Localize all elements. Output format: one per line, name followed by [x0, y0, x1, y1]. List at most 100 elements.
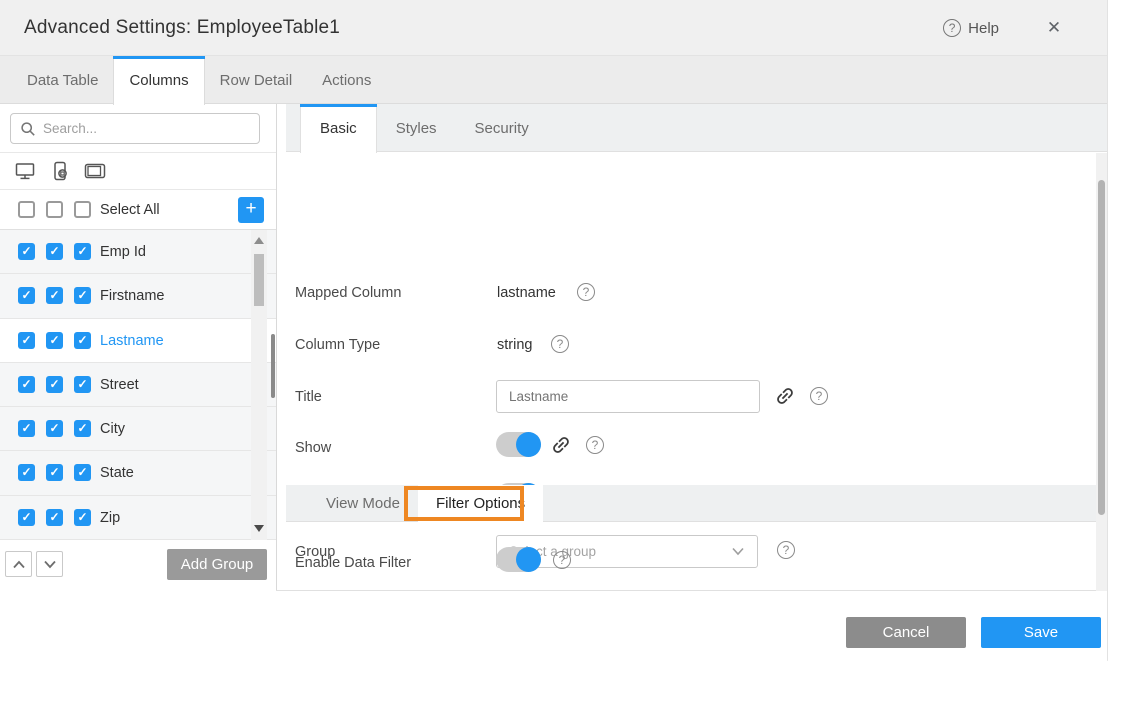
desktop-icon[interactable] [14, 161, 36, 181]
settings-tabbar: Basic Styles Security [286, 104, 1107, 152]
list-item-city[interactable]: City [0, 407, 276, 451]
mapped-column-label: Mapped Column [295, 285, 401, 301]
mapped-column-value: lastname [497, 285, 556, 301]
enable-data-filter-help-icon[interactable] [553, 551, 571, 569]
column-label: City [100, 421, 125, 437]
checkbox-desktop[interactable] [18, 243, 35, 260]
list-item-emp-id[interactable]: Emp Id [0, 230, 276, 274]
search-box[interactable] [10, 113, 260, 144]
checkbox-desktop[interactable] [18, 420, 35, 437]
checkbox-desktop[interactable] [18, 509, 35, 526]
dialog-title: Advanced Settings: EmployeeTable1 [24, 17, 340, 39]
dialog-footer: Cancel Save [0, 591, 1107, 661]
select-all-row: Select All + [0, 190, 276, 230]
checkbox-mobile[interactable] [46, 464, 63, 481]
select-all-checkbox-desktop[interactable] [18, 201, 35, 218]
add-column-button[interactable]: + [238, 197, 264, 223]
toggle-knob [516, 547, 541, 572]
tab-filter-options[interactable]: Filter Options [418, 485, 543, 522]
checkbox-tablet[interactable] [74, 464, 91, 481]
move-up-button[interactable] [5, 551, 32, 577]
column-type-help-icon[interactable] [551, 335, 569, 353]
checkbox-mobile[interactable] [46, 332, 63, 349]
filter-section-tabbar: View Mode Filter Options [286, 485, 1107, 522]
help-button[interactable]: Help [943, 19, 999, 37]
group-select-placeholder: Select a group [509, 544, 731, 559]
add-group-button[interactable]: Add Group [167, 549, 267, 580]
column-settings-panel: Basic Styles Security Mapped Column last… [278, 104, 1107, 590]
column-label: Lastname [100, 333, 164, 349]
select-all-label: Select All [100, 202, 160, 218]
device-toggle-row [0, 153, 276, 190]
list-item-lastname[interactable]: Lastname [0, 319, 276, 363]
column-label: Street [100, 377, 139, 393]
main-tabbar: Data Table Columns Row Detail Actions [0, 56, 1107, 104]
save-button[interactable]: Save [981, 617, 1101, 648]
checkbox-tablet[interactable] [74, 243, 91, 260]
column-type-value: string [497, 337, 532, 353]
checkbox-tablet[interactable] [74, 376, 91, 393]
checkbox-mobile[interactable] [46, 509, 63, 526]
tab-data-table[interactable]: Data Table [12, 56, 113, 104]
checkbox-mobile[interactable] [46, 243, 63, 260]
tab-security[interactable]: Security [456, 104, 548, 152]
mapped-column-help-icon[interactable] [577, 283, 595, 301]
panel-scrollbar[interactable] [1096, 153, 1107, 591]
search-icon [20, 121, 36, 137]
title-link-icon[interactable] [774, 385, 796, 407]
select-all-checkbox-tablet[interactable] [74, 201, 91, 218]
enable-data-filter-toggle[interactable] [496, 547, 541, 572]
enable-data-filter-label: Enable Data Filter [295, 555, 411, 571]
search-input[interactable] [43, 121, 259, 136]
show-link-icon[interactable] [550, 434, 572, 456]
checkbox-desktop[interactable] [18, 332, 35, 349]
tab-basic[interactable]: Basic [300, 104, 377, 153]
list-item-state[interactable]: State [0, 451, 276, 495]
search-row [0, 104, 276, 153]
checkbox-mobile[interactable] [46, 420, 63, 437]
list-item-street[interactable]: Street [0, 363, 276, 407]
checkbox-desktop[interactable] [18, 287, 35, 304]
list-item-firstname[interactable]: Firstname [0, 274, 276, 318]
cancel-button[interactable]: Cancel [846, 617, 966, 648]
tab-actions[interactable]: Actions [307, 56, 386, 104]
dialog-body: Select All + Emp Id Firstname [0, 104, 1107, 591]
checkbox-desktop[interactable] [18, 464, 35, 481]
checkbox-desktop[interactable] [18, 376, 35, 393]
group-help-icon[interactable] [777, 541, 795, 559]
select-all-checkbox-mobile[interactable] [46, 201, 63, 218]
title-label: Title [295, 389, 322, 405]
tab-row-detail[interactable]: Row Detail [205, 56, 308, 104]
mobile-icon[interactable] [49, 161, 71, 181]
toggle-knob [516, 432, 541, 457]
column-label: Zip [100, 510, 120, 526]
checkbox-mobile[interactable] [46, 287, 63, 304]
checkbox-mobile[interactable] [46, 376, 63, 393]
column-label: Emp Id [100, 244, 146, 260]
show-help-icon[interactable] [586, 436, 604, 454]
checkbox-tablet[interactable] [74, 287, 91, 304]
sidebar-scroll-thumb[interactable] [271, 334, 275, 398]
list-item-zip[interactable]: Zip [0, 496, 276, 540]
chevron-down-icon [731, 547, 745, 556]
panel-scroll-thumb[interactable] [1098, 180, 1105, 515]
tab-styles[interactable]: Styles [377, 104, 456, 152]
tab-columns[interactable]: Columns [113, 56, 204, 105]
title-help-icon[interactable] [810, 387, 828, 405]
checkbox-tablet[interactable] [74, 420, 91, 437]
title-input[interactable] [496, 380, 760, 413]
checkbox-tablet[interactable] [74, 332, 91, 349]
list-scroll-thumb[interactable] [254, 254, 264, 306]
move-down-button[interactable] [36, 551, 63, 577]
column-label: State [100, 465, 134, 481]
tablet-icon[interactable] [84, 161, 106, 181]
list-scrollbar[interactable] [251, 230, 267, 540]
tab-view-mode[interactable]: View Mode [308, 485, 418, 522]
show-toggle[interactable] [496, 432, 541, 457]
column-label: Firstname [100, 288, 164, 304]
show-label: Show [295, 440, 331, 456]
checkbox-tablet[interactable] [74, 509, 91, 526]
close-icon[interactable] [1043, 16, 1065, 38]
scroll-down-icon[interactable] [254, 525, 264, 532]
scroll-up-icon[interactable] [254, 237, 264, 244]
